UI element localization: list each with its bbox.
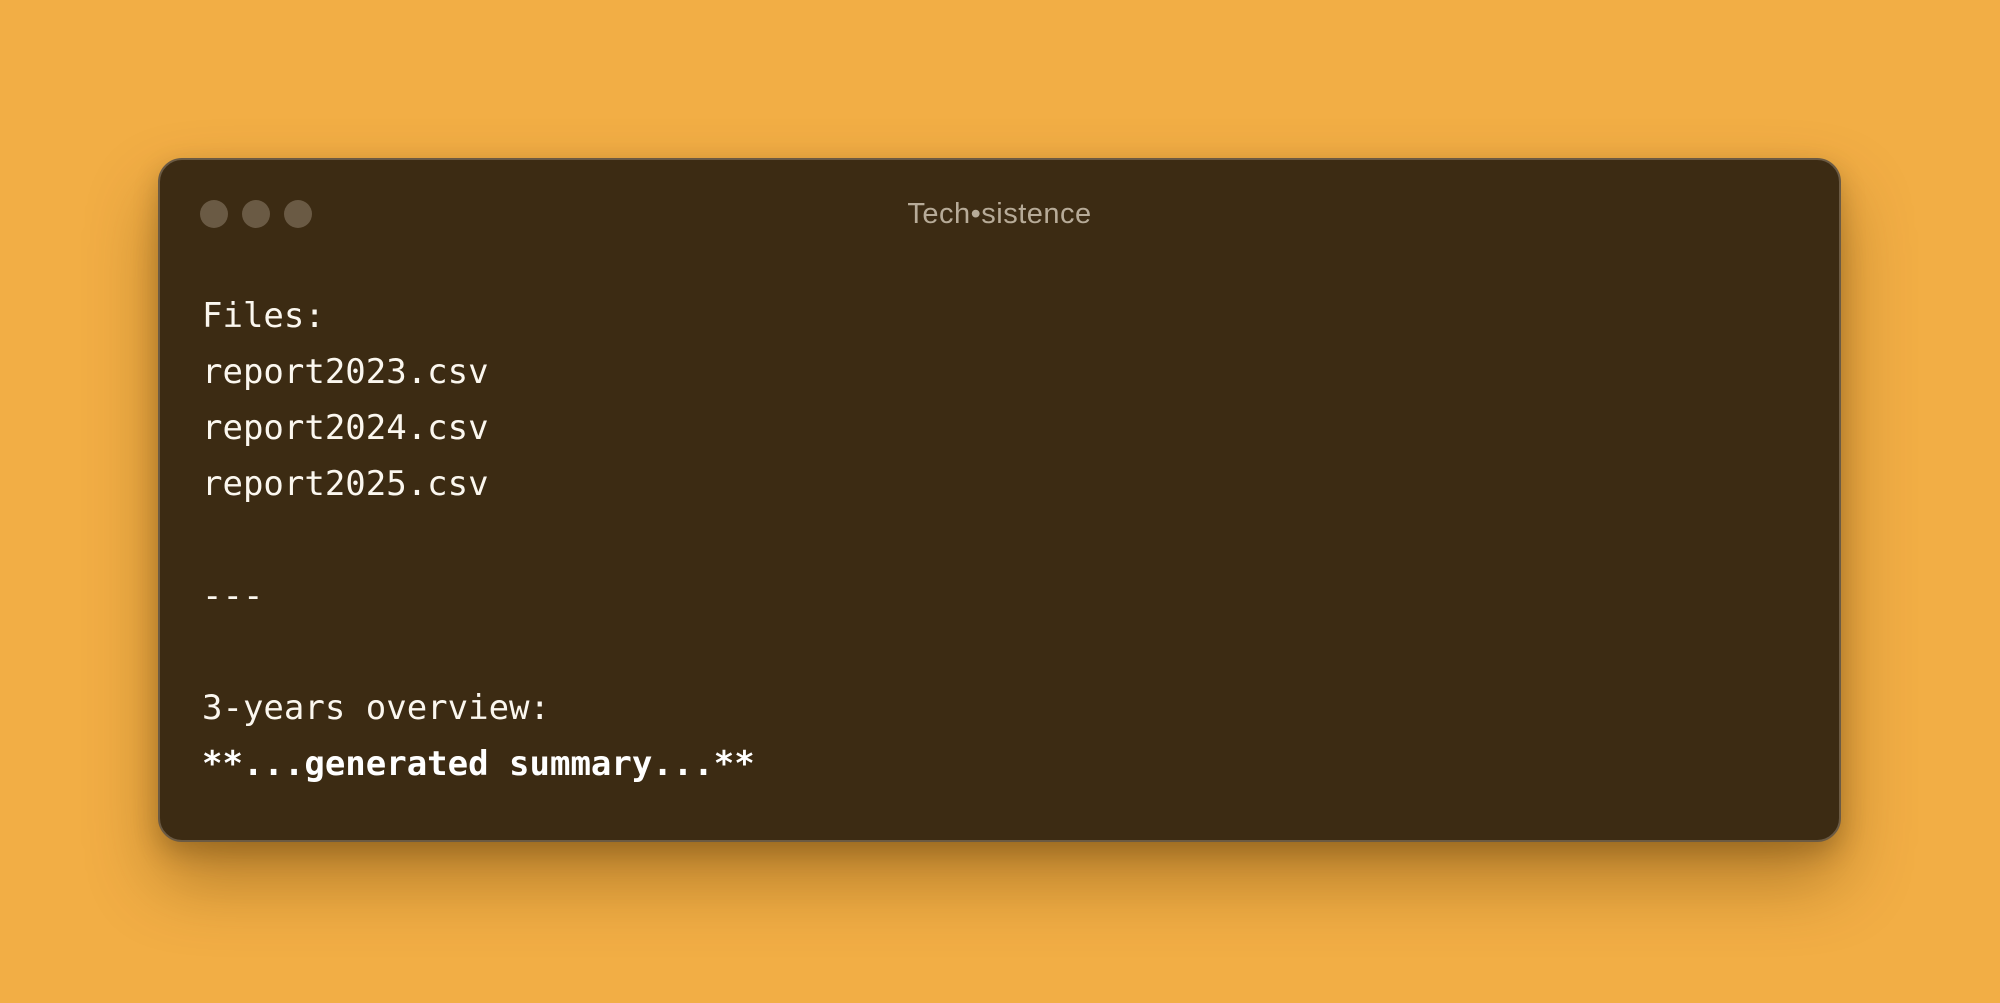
terminal-content: Files: report2023.csv report2024.csv rep… (202, 288, 1799, 792)
generated-summary: **...generated summary...** (202, 744, 755, 784)
window-title: Tech•sistence (907, 198, 1092, 230)
file-item: report2023.csv (202, 352, 489, 392)
file-item: report2024.csv (202, 408, 489, 448)
overview-heading: 3-years overview: (202, 688, 550, 728)
files-heading: Files: (202, 296, 325, 336)
terminal-window: Tech•sistence Files: report2023.csv repo… (158, 158, 1841, 842)
file-item: report2025.csv (202, 464, 489, 504)
separator: --- (202, 576, 264, 616)
